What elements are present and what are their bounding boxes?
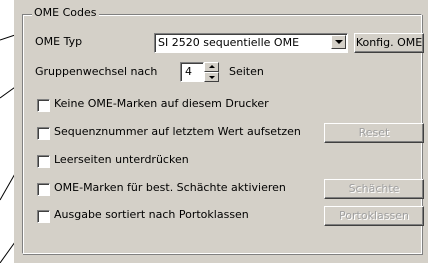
konfig-ome-button[interactable]: Konfig. OME [354,33,424,53]
group-legend: OME Codes [32,6,99,20]
portoklassen-button[interactable]: Portoklassen [324,206,424,226]
keine-ome-marken-label[interactable]: Keine OME-Marken auf diesem Drucker [54,97,269,111]
checkbox-sequenznummer[interactable] [37,127,50,140]
reset-button[interactable]: Reset [324,123,424,143]
gruppenwechsel-value: 4 [185,65,192,78]
arrow-up-icon [209,65,215,68]
checkbox-keine-ome-marken[interactable] [37,99,50,112]
checkbox-portoklassen[interactable] [37,210,50,223]
dropdown-arrow-button[interactable] [331,35,346,49]
ome-typ-dropdown[interactable]: SI 2520 sequentielle OME [154,33,348,53]
leerseiten-label[interactable]: Leerseiten unterdrücken [54,153,189,167]
ome-marken-schaechte-label[interactable]: OME-Marken für best. Schächte aktivieren [54,181,286,195]
ome-typ-selected: SI 2520 sequentielle OME [158,36,300,49]
ome-typ-label: OME Typ [35,35,83,48]
schaechte-button[interactable]: Schächte [324,179,424,199]
gruppenwechsel-label: Gruppenwechsel nach [35,65,158,78]
spin-up-button[interactable] [204,62,219,72]
sequenznummer-label[interactable]: Sequenznummer auf letztem Wert aufsetzen [54,125,301,139]
arrow-down-icon [209,76,215,79]
gruppenwechsel-suffix: Seiten [229,65,264,78]
chevron-down-icon [335,40,343,44]
gruppenwechsel-input[interactable]: 4 [180,62,204,82]
ome-settings-panel: OME Codes OME Typ SI 2520 sequentielle O… [14,0,428,263]
gruppenwechsel-spinner[interactable] [204,62,219,82]
checkbox-ome-marken-schaechte[interactable] [37,183,50,196]
checkbox-leerseiten[interactable] [37,155,50,168]
portoklassen-label[interactable]: Ausgabe sortiert nach Portoklassen [54,208,249,222]
spin-down-button[interactable] [204,72,219,82]
